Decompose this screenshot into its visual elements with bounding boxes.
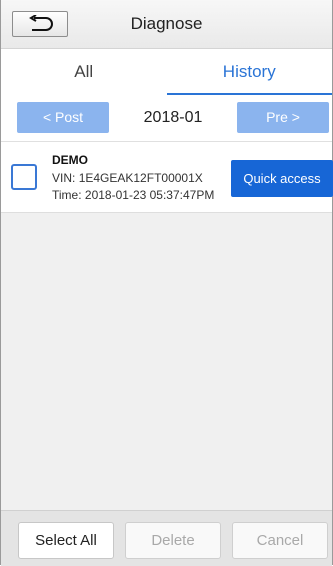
time-line: Time: 2018-01-23 05:37:47PM	[52, 188, 214, 202]
vehicle-name: DEMO	[52, 153, 88, 167]
select-all-button[interactable]: Select All	[18, 522, 114, 559]
vin-label: VIN:	[52, 171, 76, 185]
time-value: 2018-01-23 05:37:47PM	[84, 188, 215, 202]
delete-button[interactable]: Delete	[125, 522, 221, 559]
pre-button[interactable]: Pre >	[237, 102, 329, 133]
date-navigator: < Post 2018-01 Pre >	[1, 95, 332, 142]
back-button[interactable]	[12, 11, 68, 37]
bottom-toolbar: Select All Delete Cancel	[1, 510, 332, 566]
quick-access-button[interactable]: Quick access	[231, 160, 333, 197]
record-checkbox[interactable]	[11, 164, 37, 190]
tab-all[interactable]: All	[1, 49, 167, 95]
title-bar: Diagnose	[1, 0, 332, 49]
list-item[interactable]: DEMO VIN: 1E4GEAK12FT00001X Time: 2018-0…	[1, 142, 333, 213]
time-label: Time:	[52, 188, 82, 202]
tab-history[interactable]: History	[166, 49, 333, 95]
current-month: 2018-01	[143, 109, 203, 126]
cancel-button[interactable]: Cancel	[232, 522, 328, 559]
tab-bar: All History	[1, 49, 332, 95]
vin-value: 1E4GEAK12FT00001X	[78, 171, 203, 185]
diagnose-screen: Diagnose All History < Post 2018-01 Pre …	[0, 0, 333, 566]
history-list: DEMO VIN: 1E4GEAK12FT00001X Time: 2018-0…	[1, 142, 333, 213]
post-button[interactable]: < Post	[17, 102, 109, 133]
back-arrow-icon	[26, 15, 54, 33]
vin-line: VIN: 1E4GEAK12FT00001X	[52, 171, 203, 185]
